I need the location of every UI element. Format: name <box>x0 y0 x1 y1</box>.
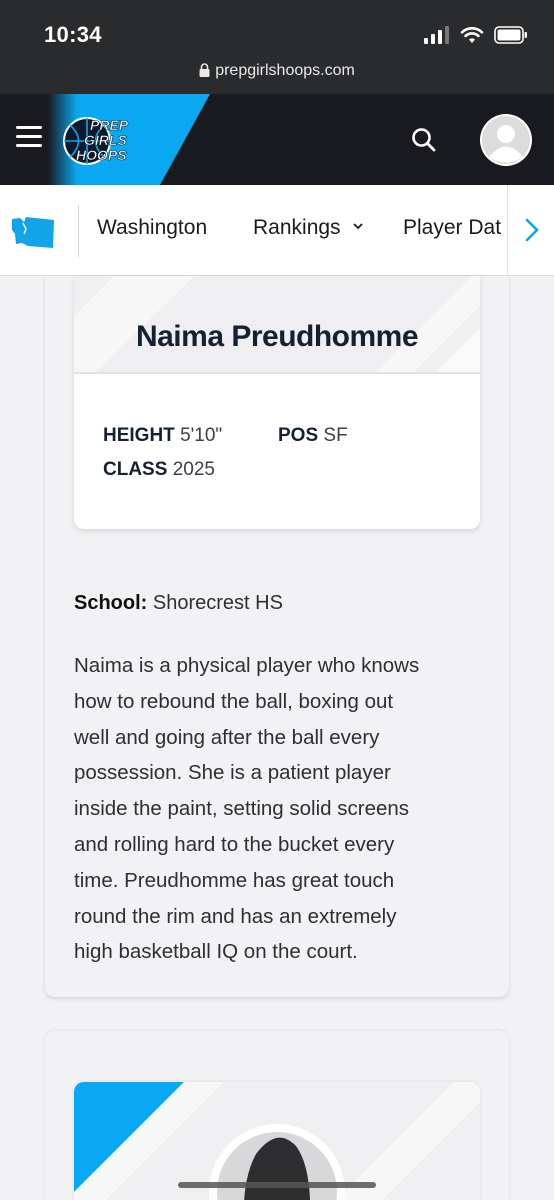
bio-line: time. Preudhomme has great touch <box>74 868 395 892</box>
nav-divider <box>78 205 79 257</box>
player-photo <box>218 276 336 302</box>
clock: 10:34 <box>44 22 102 47</box>
url-bar[interactable]: prepgirlshoops.com <box>0 62 554 80</box>
nav-rankings-label: Rankings <box>253 216 341 239</box>
stat-height: HEIGHT 5'10" <box>103 425 222 447</box>
chevron-down-icon <box>353 223 364 230</box>
prep-girls-hoops-logo[interactable]: PREP GIRLS HOOPS <box>62 114 148 166</box>
system-icons <box>424 24 528 46</box>
stat-pos-label: POS <box>278 425 319 446</box>
signal-icon <box>424 26 449 44</box>
menu-icon[interactable] <box>16 126 42 148</box>
user-icon <box>482 116 530 164</box>
bio-line: inside the paint, setting solid screens <box>74 797 410 821</box>
bio-line: possession. She is a patient player <box>74 761 391 785</box>
nav-player-database[interactable]: Player Dat <box>403 216 501 240</box>
stat-class: CLASS 2025 <box>103 459 215 481</box>
player-card: Naima Preudhomme HEIGHT 5'10" POS SF CLA… <box>74 276 480 529</box>
player-bio: Naima is a physical player who knows how… <box>74 648 474 970</box>
bio-line: and rolling hard to the bucket every <box>74 832 395 856</box>
chevron-right-icon[interactable] <box>524 218 540 242</box>
bio-line: round the rim and has an extremely <box>74 904 397 928</box>
player-card-header: Naima Preudhomme <box>74 276 480 374</box>
stat-height-value: 5'10" <box>180 425 223 446</box>
washington-state-icon[interactable] <box>10 216 56 250</box>
stat-position: POS SF <box>278 425 348 447</box>
battery-icon <box>494 26 527 44</box>
stat-class-label: CLASS <box>103 459 168 480</box>
search-icon[interactable] <box>410 126 438 154</box>
logo-text-girls: GIRLS <box>84 132 127 148</box>
stat-pos-value: SF <box>323 425 348 446</box>
logo-text-prep: PREP <box>90 117 129 133</box>
bio-line: Naima is a physical player who knows <box>74 654 420 677</box>
bio-line: high basketball IQ on the court. <box>74 940 358 964</box>
stat-height-label: HEIGHT <box>103 425 175 446</box>
nav-washington[interactable]: Washington <box>97 216 207 240</box>
user-avatar[interactable] <box>480 114 532 166</box>
lock-icon <box>199 63 210 77</box>
home-indicator[interactable] <box>178 1182 376 1188</box>
school-value: Shorecrest HS <box>152 592 283 614</box>
stat-class-value: 2025 <box>172 459 215 480</box>
logo-text-hoops: HOOPS <box>76 147 127 163</box>
school-label: School: <box>74 592 148 614</box>
site-header: PREP GIRLS HOOPS <box>0 94 554 185</box>
status-bar: 10:34 prepgirlshoops.com <box>0 0 554 94</box>
url-text: prepgirlshoops.com <box>215 62 355 79</box>
wifi-icon <box>460 27 484 43</box>
bio-line: how to rebound the ball, boxing out <box>74 689 394 713</box>
school-line: School: Shorecrest HS <box>74 592 283 615</box>
bio-line: well and going after the ball every <box>74 725 380 749</box>
nav-rankings[interactable]: Rankings <box>253 216 364 240</box>
player-name: Naima Preudhomme <box>135 320 419 353</box>
section-nav: Washington Rankings Player Dat <box>0 185 554 276</box>
